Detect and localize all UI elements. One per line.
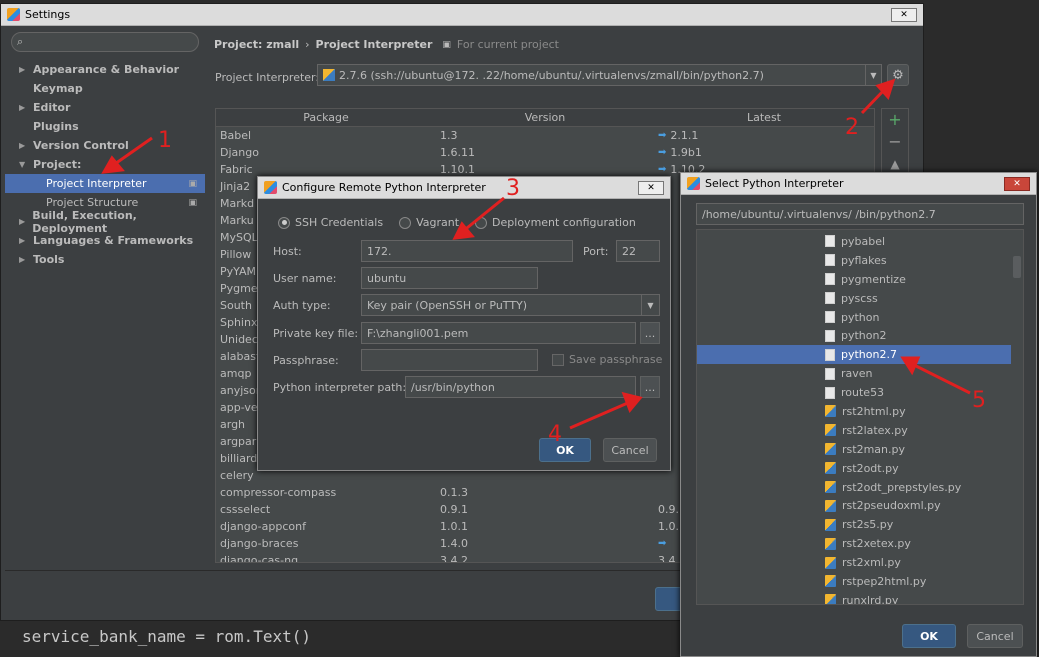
annotation-arrow-1 (111, 136, 153, 168)
annotation-arrowhead-5 (900, 356, 921, 376)
annotation-arrow-4 (569, 400, 631, 430)
annotation-arrow-3 (461, 196, 505, 234)
annotation-label-4: 4 (548, 422, 562, 447)
annotation-arrowhead-4 (621, 391, 643, 413)
annotation-arrow-5 (911, 362, 971, 395)
annotation-label-5: 5 (972, 388, 986, 413)
annotation-arrows (101, 78, 971, 430)
annotation-label-3: 3 (506, 176, 520, 201)
annotation-label-1: 1 (158, 128, 172, 153)
annotation-label-2: 2 (845, 115, 859, 140)
